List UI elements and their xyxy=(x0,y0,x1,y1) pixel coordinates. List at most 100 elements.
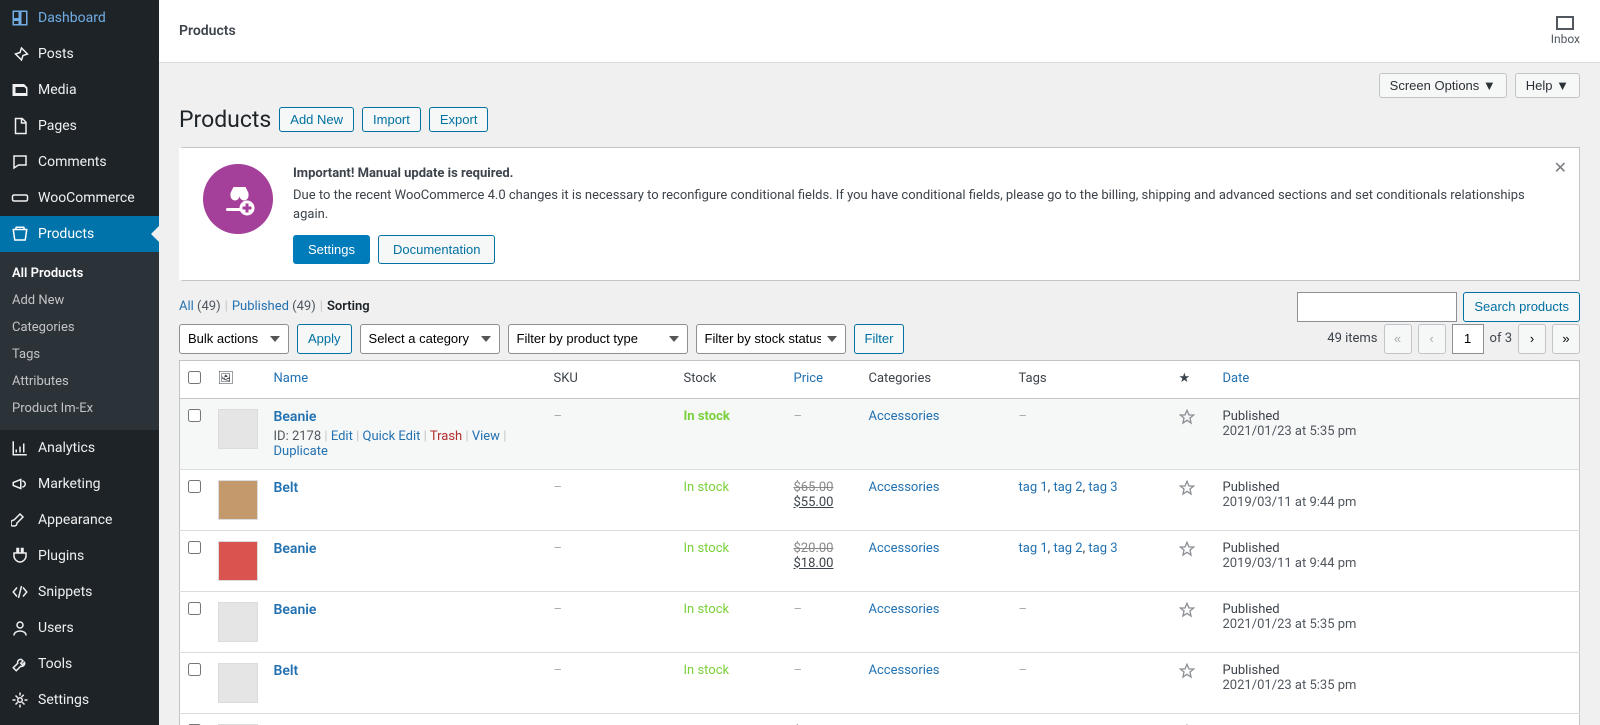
import-button[interactable]: Import xyxy=(362,107,421,132)
featured-star-icon[interactable] xyxy=(1179,541,1195,557)
product-icon xyxy=(10,224,30,244)
category-link[interactable]: Accessories xyxy=(869,409,940,424)
pagination-page-input[interactable] xyxy=(1452,324,1484,354)
product-name-link[interactable]: Beanie xyxy=(274,409,317,425)
row-checkbox[interactable] xyxy=(188,480,201,493)
bulk-actions-select[interactable]: Bulk actions xyxy=(179,324,289,354)
sku-value: – xyxy=(554,663,563,678)
search-row: Search products xyxy=(1297,292,1580,322)
select-all-checkbox[interactable] xyxy=(188,371,201,384)
media-icon xyxy=(10,80,30,100)
plugin-icon xyxy=(10,546,30,566)
apply-button[interactable]: Apply xyxy=(297,324,352,354)
sidebar-item-pages[interactable]: Pages xyxy=(0,108,159,144)
sidebar-item-woocommerce[interactable]: WooCommerce xyxy=(0,180,159,216)
sidebar-item-dashboard[interactable]: Dashboard xyxy=(0,0,159,36)
filter-all-link[interactable]: All xyxy=(179,299,194,314)
product-thumbnail[interactable] xyxy=(218,663,258,703)
stock-status-select[interactable]: Filter by stock status xyxy=(696,324,846,354)
export-button[interactable]: Export xyxy=(429,107,489,132)
trash-link[interactable]: Trash xyxy=(430,429,462,444)
breadcrumb: Products xyxy=(179,23,236,39)
sidebar-item-plugins[interactable]: Plugins xyxy=(0,538,159,574)
row-id: ID: 2178 xyxy=(274,429,322,444)
tag-link[interactable]: tag 1 xyxy=(1019,480,1048,495)
sidebar-item-settings[interactable]: Settings xyxy=(0,682,159,718)
tag-link[interactable]: tag 2 xyxy=(1053,541,1082,556)
search-input[interactable] xyxy=(1297,292,1457,322)
submenu-item-all-products[interactable]: All Products xyxy=(0,260,159,287)
date-cell: Published2021/01/23 at 5:35 pm xyxy=(1215,652,1580,713)
filter-published-link[interactable]: Published xyxy=(232,299,289,314)
tag-link[interactable]: tag 3 xyxy=(1088,480,1117,495)
notice-docs-button[interactable]: Documentation xyxy=(378,235,495,264)
category-link[interactable]: Accessories xyxy=(869,663,940,678)
row-checkbox[interactable] xyxy=(188,663,201,676)
submenu-item-add-new[interactable]: Add New xyxy=(0,287,159,314)
category-link[interactable]: Accessories xyxy=(869,602,940,617)
product-name-link[interactable]: Belt xyxy=(274,480,299,496)
edit-link[interactable]: Edit xyxy=(331,429,353,444)
top-bar: Products Inbox xyxy=(159,0,1600,63)
sidebar-item-analytics[interactable]: Analytics xyxy=(0,430,159,466)
notice-settings-button[interactable]: Settings xyxy=(293,235,370,264)
pagination-prev[interactable]: ‹ xyxy=(1418,324,1446,354)
col-name[interactable]: Name xyxy=(274,371,309,386)
submenu-item-attributes[interactable]: Attributes xyxy=(0,368,159,395)
product-thumbnail[interactable] xyxy=(218,409,258,449)
product-name-link[interactable]: Beanie xyxy=(274,602,317,618)
submenu-item-product-im-ex[interactable]: Product Im-Ex xyxy=(0,395,159,422)
pagination-last[interactable]: » xyxy=(1552,324,1580,354)
category-select[interactable]: Select a category xyxy=(360,324,500,354)
pagination-first[interactable]: « xyxy=(1384,324,1412,354)
featured-star-icon[interactable] xyxy=(1179,480,1195,496)
sidebar-item-tools[interactable]: Tools xyxy=(0,646,159,682)
tag-link[interactable]: tag 1 xyxy=(1019,541,1048,556)
row-checkbox[interactable] xyxy=(188,541,201,554)
row-checkbox[interactable] xyxy=(188,409,201,422)
tag-link[interactable]: tag 3 xyxy=(1088,541,1117,556)
product-type-select[interactable]: Filter by product type xyxy=(508,324,688,354)
product-thumbnail[interactable] xyxy=(218,602,258,642)
sidebar-item-users[interactable]: Users xyxy=(0,610,159,646)
help-button[interactable]: Help ▼ xyxy=(1515,73,1580,98)
tags-cell: – xyxy=(1011,652,1171,713)
sidebar-item-appearance[interactable]: Appearance xyxy=(0,502,159,538)
view-link[interactable]: View xyxy=(472,429,500,444)
inbox-button[interactable]: Inbox xyxy=(1551,16,1580,46)
product-name-link[interactable]: Beanie xyxy=(274,541,317,557)
col-price[interactable]: Price xyxy=(794,371,823,386)
pagination-next[interactable]: › xyxy=(1518,324,1546,354)
product-thumbnail[interactable] xyxy=(218,541,258,581)
category-link[interactable]: Accessories xyxy=(869,480,940,495)
featured-star-icon[interactable] xyxy=(1179,663,1195,679)
sidebar-item-comments[interactable]: Comments xyxy=(0,144,159,180)
add-new-button[interactable]: Add New xyxy=(279,107,354,132)
featured-star-icon[interactable] xyxy=(1179,409,1195,425)
price-cell: $65.00$55.00 xyxy=(786,469,861,530)
screen-options-button[interactable]: Screen Options ▼ xyxy=(1379,73,1507,98)
featured-star-icon[interactable] xyxy=(1179,602,1195,618)
sidebar-item-posts[interactable]: Posts xyxy=(0,36,159,72)
sidebar-item-media[interactable]: Media xyxy=(0,72,159,108)
tag-link[interactable]: tag 2 xyxy=(1053,480,1082,495)
row-checkbox[interactable] xyxy=(188,602,201,615)
submenu-item-categories[interactable]: Categories xyxy=(0,314,159,341)
quick-edit-link[interactable]: Quick Edit xyxy=(363,429,421,444)
product-name-link[interactable]: Belt xyxy=(274,663,299,679)
sidebar-item-marketing[interactable]: Marketing xyxy=(0,466,159,502)
page-title: Products xyxy=(179,106,271,133)
sidebar-item-snippets[interactable]: Snippets xyxy=(0,574,159,610)
main-content: Products Inbox Screen Options ▼ Help ▼ P… xyxy=(159,0,1600,725)
sidebar-item-products[interactable]: Products xyxy=(0,216,159,252)
col-date[interactable]: Date xyxy=(1223,371,1250,386)
filter-button[interactable]: Filter xyxy=(854,324,905,354)
comment-icon xyxy=(10,152,30,172)
category-link[interactable]: Accessories xyxy=(869,541,940,556)
duplicate-link[interactable]: Duplicate xyxy=(274,444,328,459)
admin-sidebar: DashboardPostsMediaPagesCommentsWooComme… xyxy=(0,0,159,725)
notice-dismiss-button[interactable]: ✕ xyxy=(1554,158,1567,178)
submenu-item-tags[interactable]: Tags xyxy=(0,341,159,368)
product-thumbnail[interactable] xyxy=(218,480,258,520)
search-button[interactable]: Search products xyxy=(1463,292,1580,322)
